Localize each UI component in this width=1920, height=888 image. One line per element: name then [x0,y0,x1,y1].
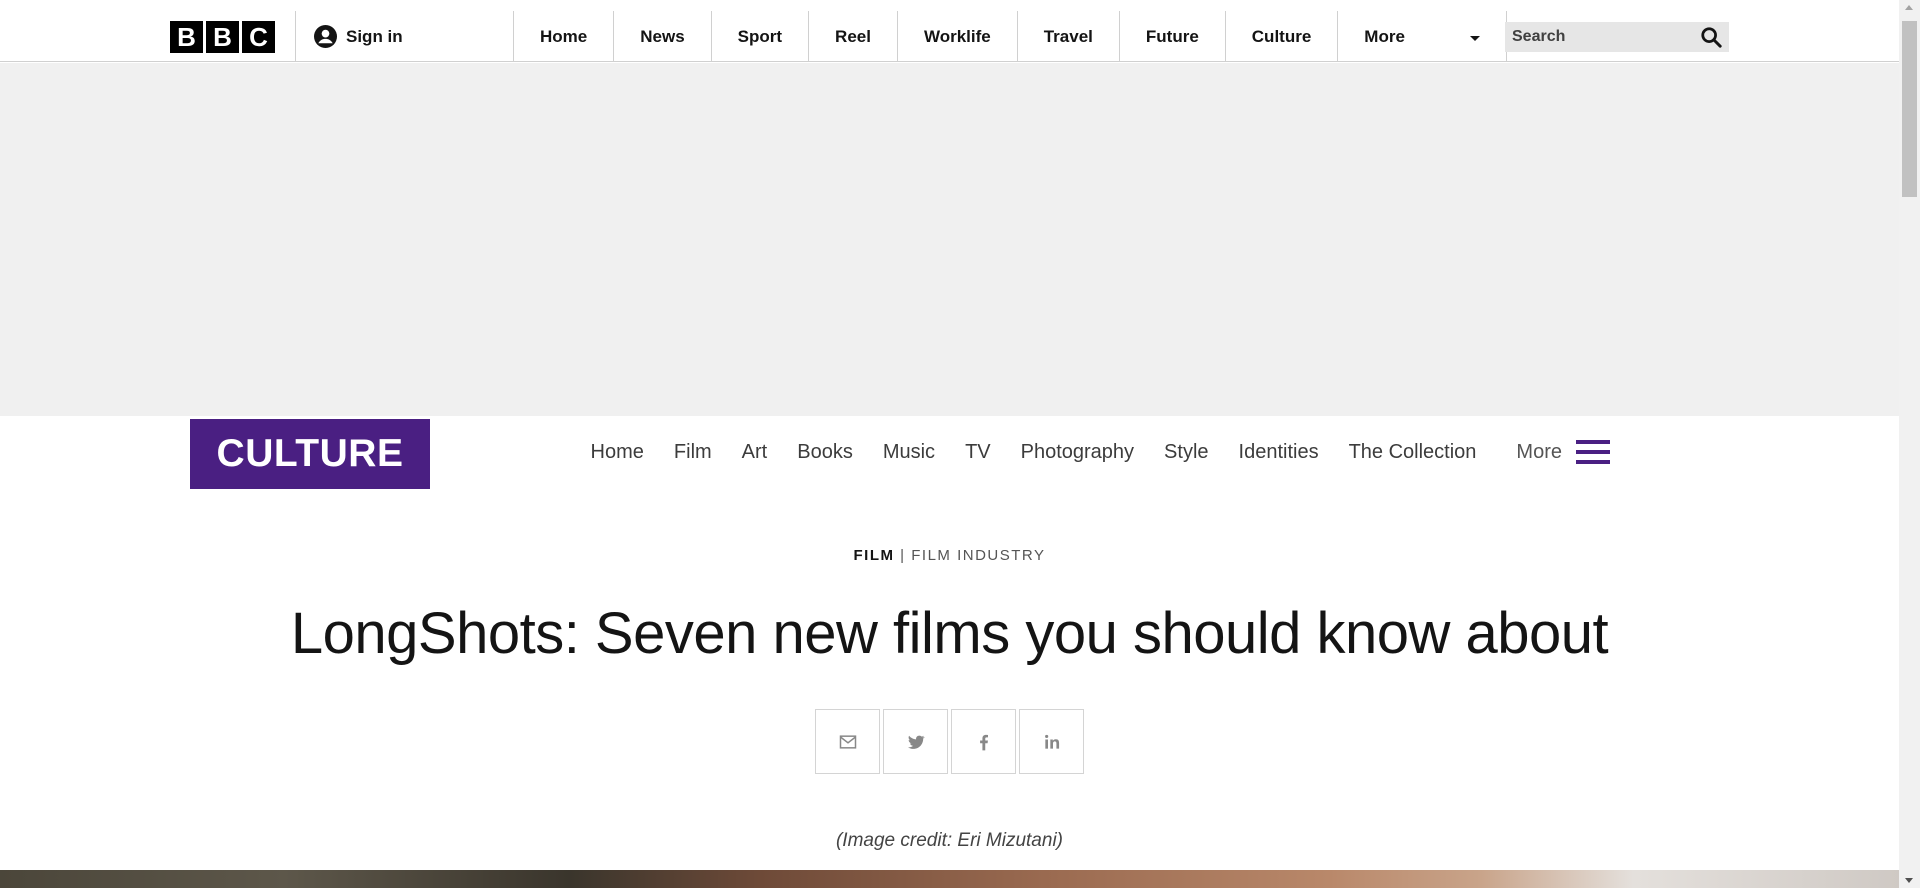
kicker-separator: | [900,547,906,564]
culture-nav-film[interactable]: Film [674,441,712,464]
sign-in-label: Sign in [346,26,403,46]
share-email-button[interactable] [815,709,880,774]
sign-in-link[interactable]: Sign in [314,25,403,48]
share-linkedin-button[interactable] [1019,709,1084,774]
nav-item-future[interactable]: Future [1118,11,1225,62]
nav-item-worklife[interactable]: Worklife [896,11,1017,62]
culture-nav-identities[interactable]: Identities [1239,441,1319,464]
nav-more-dropdown[interactable]: More [1337,11,1508,62]
bbc-logo[interactable]: B B C [170,21,275,53]
culture-nav-more-label: More [1516,440,1562,463]
culture-nav-music[interactable]: Music [883,441,935,464]
scroll-up-arrow-icon[interactable] [1905,5,1913,10]
culture-nav-books[interactable]: Books [797,441,853,464]
page-scrollbar[interactable] [1899,0,1920,888]
nav-more-label: More [1364,26,1405,46]
twitter-icon [907,735,925,749]
article-title: LongShots: Seven new films you should kn… [290,601,1609,666]
email-icon [839,734,856,749]
caret-down-icon [1470,35,1481,41]
culture-logo[interactable]: CULTURE [190,419,430,489]
facebook-icon [979,734,988,750]
bbc-main-nav: Home News Sport Reel Worklife Travel Fut… [513,11,1508,62]
culture-nav-art[interactable]: Art [742,441,768,464]
advertisement-area [0,63,1899,416]
kicker-subsection-link[interactable]: FILM INDUSTRY [911,547,1045,564]
nav-item-sport[interactable]: Sport [710,11,808,62]
user-icon [314,25,337,48]
hamburger-menu-icon [1576,440,1610,464]
nav-item-news[interactable]: News [613,11,710,62]
bbc-top-bar: B B C Sign in Home News Sport Reel Workl… [0,0,1899,62]
culture-nav-home[interactable]: Home [591,441,644,464]
scrollbar-thumb[interactable] [1902,21,1917,197]
article-kicker: FILM | FILM INDUSTRY [0,547,1899,564]
culture-nav-style[interactable]: Style [1164,441,1208,464]
image-credit: (Image credit: Eri Mizutani) [835,830,1063,851]
bbc-logo-letter-2: B [206,21,239,53]
culture-nav-more-button[interactable]: More [1516,440,1610,464]
search-icon[interactable] [1700,26,1722,48]
bbc-logo-letter-1: B [170,21,203,53]
culture-nav-the-collection[interactable]: The Collection [1349,441,1477,464]
share-twitter-button[interactable] [883,709,948,774]
nav-item-home[interactable]: Home [513,11,613,62]
bbc-logo-letter-3: C [242,21,275,53]
culture-nav-tv[interactable]: TV [965,441,991,464]
share-facebook-button[interactable] [951,709,1016,774]
divider [295,11,296,62]
hero-image [0,870,1899,888]
share-buttons [815,709,1084,774]
nav-item-culture[interactable]: Culture [1224,11,1338,62]
search-placeholder: Search [1512,28,1566,45]
culture-section-nav: Home Film Art Books Music TV Photography… [591,440,1610,464]
scroll-down-arrow-icon[interactable] [1905,878,1913,883]
linkedin-icon [1044,734,1059,749]
culture-nav-photography[interactable]: Photography [1021,441,1134,464]
search-box[interactable]: Search [1505,22,1729,52]
nav-item-reel[interactable]: Reel [808,11,897,62]
kicker-section-link[interactable]: FILM [854,547,895,564]
nav-item-travel[interactable]: Travel [1016,11,1119,62]
